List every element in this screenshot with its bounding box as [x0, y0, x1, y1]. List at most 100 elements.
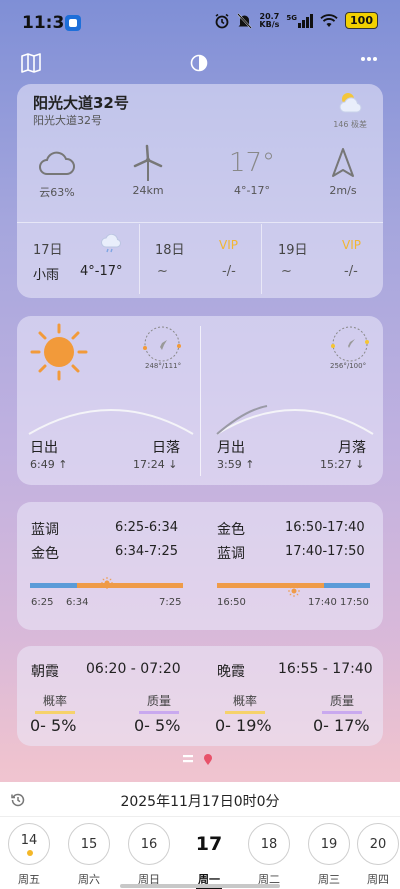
- moon-arc: [216, 405, 374, 435]
- sun-marker-icon: [288, 585, 300, 597]
- hour-time: 6:34-7:25: [115, 544, 179, 559]
- vip-badge[interactable]: VIP: [342, 238, 361, 252]
- battery-indicator: 100: [345, 12, 378, 29]
- sun-icon: [30, 323, 88, 381]
- cloud-metric: 云63%: [17, 144, 97, 200]
- selected-datetime[interactable]: 2025年11月17日0时0分: [0, 791, 400, 811]
- moonrise-time: 3:59 ↑: [217, 458, 255, 471]
- partly-cloudy-icon: [339, 93, 362, 113]
- quality-value: 0- 17%: [313, 716, 370, 735]
- hour-time: 16:50-17:40: [285, 520, 365, 535]
- blue-hour-bar: [30, 583, 77, 588]
- moonrise-label: 月出: [217, 440, 245, 456]
- bar-time-label: 6:34: [66, 597, 89, 608]
- probability-value: 0- 19%: [215, 716, 272, 735]
- home-indicator[interactable]: [120, 884, 280, 888]
- sun-marker-icon: [101, 577, 113, 589]
- forecast-divider-vertical: [261, 224, 262, 294]
- more-menu-icon[interactable]: [360, 56, 378, 62]
- forecast-condition: 小雨: [33, 268, 60, 283]
- vip-badge[interactable]: VIP: [219, 238, 238, 252]
- quality-label: 质量: [322, 692, 363, 714]
- moonset-label: 月落: [338, 440, 366, 456]
- sunset-time: 17:24 ↓: [133, 458, 178, 471]
- hour-label: 蓝调: [31, 522, 59, 538]
- sun-compass-caption: 248°/111°: [145, 362, 182, 370]
- forecast-divider-vertical: [139, 224, 140, 294]
- forecast-date: 17日: [33, 243, 63, 258]
- day-item-16[interactable]: 16 周日: [127, 823, 171, 887]
- mute-bell-icon: [237, 12, 253, 29]
- wind-turbine-icon: [133, 144, 163, 181]
- moon-icon: [213, 324, 233, 374]
- morning-glow-label: 朝霞: [31, 664, 59, 680]
- forecast-temp: -/-: [344, 264, 358, 279]
- location-title: 阳光大道32号: [33, 94, 129, 112]
- card-divider: [200, 326, 201, 476]
- forecast-date: 18日: [155, 243, 185, 258]
- location-pin-icon[interactable]: [203, 753, 213, 765]
- forecast-divider: [17, 222, 383, 223]
- sun-arc: [28, 409, 194, 435]
- hour-label: 金色: [31, 546, 59, 562]
- day-item-15[interactable]: 15 周六: [67, 823, 111, 887]
- page-indicator[interactable]: [183, 753, 213, 765]
- hour-time: 6:25-6:34: [115, 520, 179, 535]
- blue-hour-bar: [324, 583, 370, 588]
- forecast-temp: 4°-17°: [80, 264, 123, 279]
- wifi-icon: [320, 13, 338, 27]
- wind-distance-metric: 24km: [108, 144, 188, 197]
- bar-time-label: 17:50: [340, 597, 369, 608]
- day-item-14[interactable]: 14 周五: [7, 823, 51, 887]
- golden-blue-hour-card[interactable]: 蓝调 6:25-6:34 金色 6:34-7:25 金色 16:50-17:40…: [17, 502, 383, 630]
- sunset-label: 日落: [152, 440, 180, 456]
- current-weather-card[interactable]: 阳光大道32号 阳光大道32号 146 极差 云63% 24km 17° 4°-…: [17, 84, 383, 298]
- sun-moon-card[interactable]: 248°/111° 日出 日落 6:49 ↑ 17:24 ↓ 256°/100°…: [17, 316, 383, 485]
- golden-hour-bar: [77, 583, 183, 588]
- sunrise-label: 日出: [30, 440, 58, 456]
- hour-time: 17:40-17:50: [285, 544, 365, 559]
- probability-value: 0- 5%: [30, 716, 77, 735]
- sunrise-time: 6:49 ↑: [30, 458, 68, 471]
- rain-cloud-icon: [101, 234, 121, 253]
- day-item-17-selected[interactable]: 17 周一: [187, 823, 231, 889]
- cloud-icon: [39, 151, 75, 175]
- alarm-icon: [215, 13, 229, 28]
- quality-label: 质量: [139, 692, 180, 714]
- bar-time-label: 6:25: [31, 597, 54, 608]
- moon-compass-icon: [331, 326, 369, 362]
- hour-label: 金色: [217, 522, 245, 538]
- day-item-19[interactable]: 19 周三: [307, 823, 351, 887]
- forecast-temp: -/-: [222, 264, 236, 279]
- map-icon[interactable]: [20, 52, 42, 74]
- weather-dot: [27, 850, 33, 856]
- current-temperature: 17°: [228, 148, 276, 178]
- morning-glow-time: 06:20 - 07:20: [86, 661, 181, 677]
- location-subtitle: 阳光大道32号: [33, 114, 102, 127]
- temperature-metric: 17° 4°-17°: [212, 144, 292, 197]
- evening-glow-time: 16:55 - 17:40: [278, 661, 373, 677]
- app-notification-icon: [65, 15, 81, 31]
- probability-label: 概率: [225, 692, 266, 714]
- bar-time-label: 16:50: [217, 597, 246, 608]
- evening-glow-label: 晚霞: [217, 664, 245, 680]
- air-quality-label: 146 极差: [333, 120, 367, 129]
- forecast-condition: ~: [281, 264, 292, 279]
- wind-direction-arrow-icon: [332, 148, 354, 177]
- list-page-icon[interactable]: [183, 755, 193, 763]
- hour-label: 蓝调: [217, 546, 245, 562]
- glow-card[interactable]: 朝霞 06:20 - 07:20 晚霞 16:55 - 17:40 概率 质量 …: [17, 646, 383, 746]
- forecast-condition: ~: [157, 264, 168, 279]
- theme-toggle-icon[interactable]: [190, 54, 208, 72]
- golden-hour-bar: [217, 583, 324, 588]
- wind-speed-metric: 2m/s: [303, 144, 383, 197]
- temperature-range: 4°-17°: [234, 184, 270, 197]
- moon-compass-caption: 256°/100°: [330, 362, 367, 370]
- bar-time-label: 17:40: [308, 597, 337, 608]
- day-item-20[interactable]: 20 周四: [356, 823, 400, 887]
- day-item-18[interactable]: 18 周二: [247, 823, 291, 887]
- probability-label: 概率: [35, 692, 76, 714]
- sun-compass-icon: [143, 326, 181, 362]
- date-selector-panel: 2025年11月17日0时0分 14 周五 15 周六 16 周日 17 周一 …: [0, 782, 400, 889]
- bar-time-label: 7:25: [159, 597, 182, 608]
